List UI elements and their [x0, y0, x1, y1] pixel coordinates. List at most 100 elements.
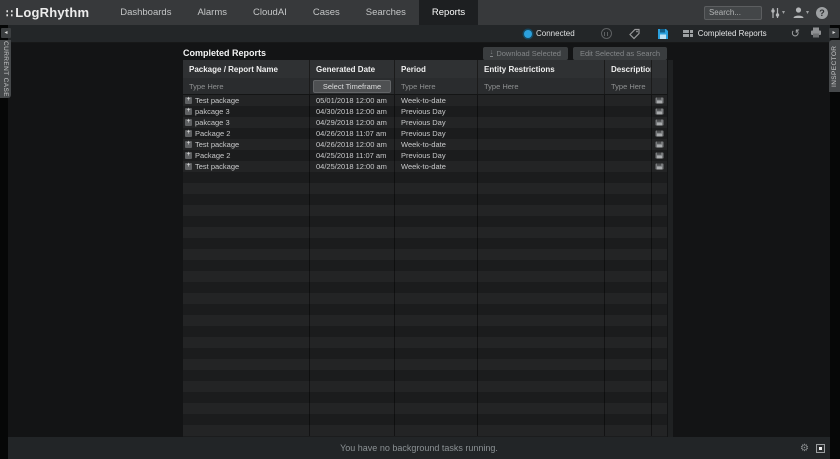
table-row[interactable]: +: [183, 282, 667, 293]
table-row[interactable]: + Package 2 04/25/2018 11:07 am Previous…: [183, 150, 667, 161]
user-menu-dropdown[interactable]: ▾: [792, 6, 809, 19]
period-cell: [395, 227, 478, 238]
table-row[interactable]: +: [183, 425, 667, 436]
expand-row-icon[interactable]: +: [185, 152, 192, 159]
report-file-icon[interactable]: [655, 130, 664, 137]
tab-alarms[interactable]: Alarms: [184, 0, 240, 25]
table-row[interactable]: +: [183, 183, 667, 194]
table-row[interactable]: + Test package 05/01/2018 12:00 am Week-…: [183, 95, 667, 106]
entity-restrictions-cell: [478, 150, 605, 161]
report-file-icon[interactable]: [655, 108, 664, 115]
column-header-entity-restrictions[interactable]: Entity Restrictions: [478, 60, 605, 78]
inspector-tab[interactable]: INSPECTOR: [829, 40, 840, 92]
column-header-generated-date[interactable]: Generated Date: [310, 60, 395, 78]
report-file-icon[interactable]: [655, 119, 664, 126]
table-row[interactable]: +: [183, 381, 667, 392]
filter-period-input[interactable]: [401, 82, 477, 91]
generated-date-cell: [310, 348, 395, 359]
select-timeframe-button[interactable]: Select Timeframe: [313, 80, 391, 93]
table-row[interactable]: +: [183, 370, 667, 381]
tab-cloudai[interactable]: CloudAI: [240, 0, 300, 25]
tag-icon[interactable]: [628, 28, 641, 40]
task-panel-toggle-icon[interactable]: [816, 444, 825, 453]
entity-restrictions-cell: [478, 293, 605, 304]
toolbar-right-icons: ↺: [791, 25, 830, 43]
entity-restrictions-cell: [478, 403, 605, 414]
table-row[interactable]: +: [183, 271, 667, 282]
entity-restrictions-cell: [478, 260, 605, 271]
table-row[interactable]: +: [183, 315, 667, 326]
entity-restrictions-cell: [478, 326, 605, 337]
table-row[interactable]: +: [183, 392, 667, 403]
column-header-description[interactable]: Description: [605, 60, 652, 78]
current-case-collapse-icon[interactable]: ◂: [1, 28, 11, 38]
period-cell: [395, 392, 478, 403]
connected-status-icon: [524, 30, 532, 38]
table-row[interactable]: + Test package 04/25/2018 12:00 am Week-…: [183, 161, 667, 172]
view-selector-completed-reports[interactable]: Completed Reports: [683, 29, 767, 38]
expand-row-icon[interactable]: +: [185, 141, 192, 148]
edit-selected-as-search-button[interactable]: Edit Selected as Search: [573, 47, 667, 60]
period-cell: Previous Day: [395, 150, 478, 161]
table-row[interactable]: +: [183, 337, 667, 348]
search-input[interactable]: [704, 6, 762, 20]
entity-restrictions-cell: [478, 238, 605, 249]
table-row[interactable]: +: [183, 249, 667, 260]
table-row[interactable]: +: [183, 403, 667, 414]
table-row[interactable]: +: [183, 348, 667, 359]
expand-row-icon[interactable]: +: [185, 130, 192, 137]
user-icon: [792, 6, 805, 19]
table-row[interactable]: + Test package 04/26/2018 12:00 am Week-…: [183, 139, 667, 150]
tab-cases[interactable]: Cases: [300, 0, 353, 25]
tab-searches[interactable]: Searches: [353, 0, 419, 25]
table-row[interactable]: +: [183, 205, 667, 216]
expand-row-icon[interactable]: +: [185, 108, 192, 115]
entity-restrictions-cell: [478, 128, 605, 139]
download-selected-button[interactable]: ↓ Download Selected: [483, 47, 568, 60]
description-cell: [605, 392, 652, 403]
report-file-icon[interactable]: [655, 152, 664, 159]
filter-description-input[interactable]: [611, 82, 651, 91]
tab-reports[interactable]: Reports: [419, 0, 478, 25]
table-row[interactable]: +: [183, 326, 667, 337]
entity-restrictions-cell: [478, 370, 605, 381]
table-row[interactable]: +: [183, 359, 667, 370]
pause-updates-button[interactable]: [601, 28, 612, 39]
table-row[interactable]: +: [183, 414, 667, 425]
table-row[interactable]: +: [183, 227, 667, 238]
table-row[interactable]: + pakcage 3 04/30/2018 12:00 am Previous…: [183, 106, 667, 117]
report-file-icon[interactable]: [655, 97, 664, 104]
refresh-icon[interactable]: ↺: [791, 29, 800, 39]
table-row[interactable]: +: [183, 172, 667, 183]
description-cell: [605, 205, 652, 216]
entity-restrictions-cell: [478, 271, 605, 282]
expand-row-icon[interactable]: +: [185, 97, 192, 104]
description-cell: [605, 117, 652, 128]
help-icon[interactable]: ?: [816, 7, 828, 19]
table-row[interactable]: +: [183, 293, 667, 304]
filter-package-name-input[interactable]: [189, 82, 309, 91]
inspector-collapse-icon[interactable]: ▸: [829, 28, 839, 38]
table-row[interactable]: +: [183, 304, 667, 315]
gear-icon[interactable]: ⚙: [800, 443, 809, 454]
table-row[interactable]: +: [183, 216, 667, 227]
table-vertical-scrollbar[interactable]: [668, 60, 673, 437]
current-case-tab[interactable]: CURRENT CASE: [0, 40, 11, 98]
print-icon[interactable]: [810, 25, 822, 43]
expand-row-icon[interactable]: +: [185, 163, 192, 170]
table-row[interactable]: + pakcage 3 04/29/2018 12:00 am Previous…: [183, 117, 667, 128]
table-row[interactable]: +: [183, 260, 667, 271]
table-row[interactable]: +: [183, 194, 667, 205]
column-header-package-report-name[interactable]: Package / Report Name: [183, 60, 310, 78]
table-row[interactable]: + Package 2 04/26/2018 11:07 am Previous…: [183, 128, 667, 139]
tab-dashboards[interactable]: Dashboards: [107, 0, 184, 25]
expand-row-icon[interactable]: +: [185, 119, 192, 126]
table-row[interactable]: +: [183, 238, 667, 249]
filter-entity-input[interactable]: [484, 82, 604, 91]
report-file-icon[interactable]: [655, 141, 664, 148]
column-header-period[interactable]: Period: [395, 60, 478, 78]
report-file-icon[interactable]: [655, 163, 664, 170]
save-icon[interactable]: [657, 28, 669, 40]
search-options-dropdown[interactable]: ▾: [769, 7, 785, 19]
period-cell: [395, 414, 478, 425]
